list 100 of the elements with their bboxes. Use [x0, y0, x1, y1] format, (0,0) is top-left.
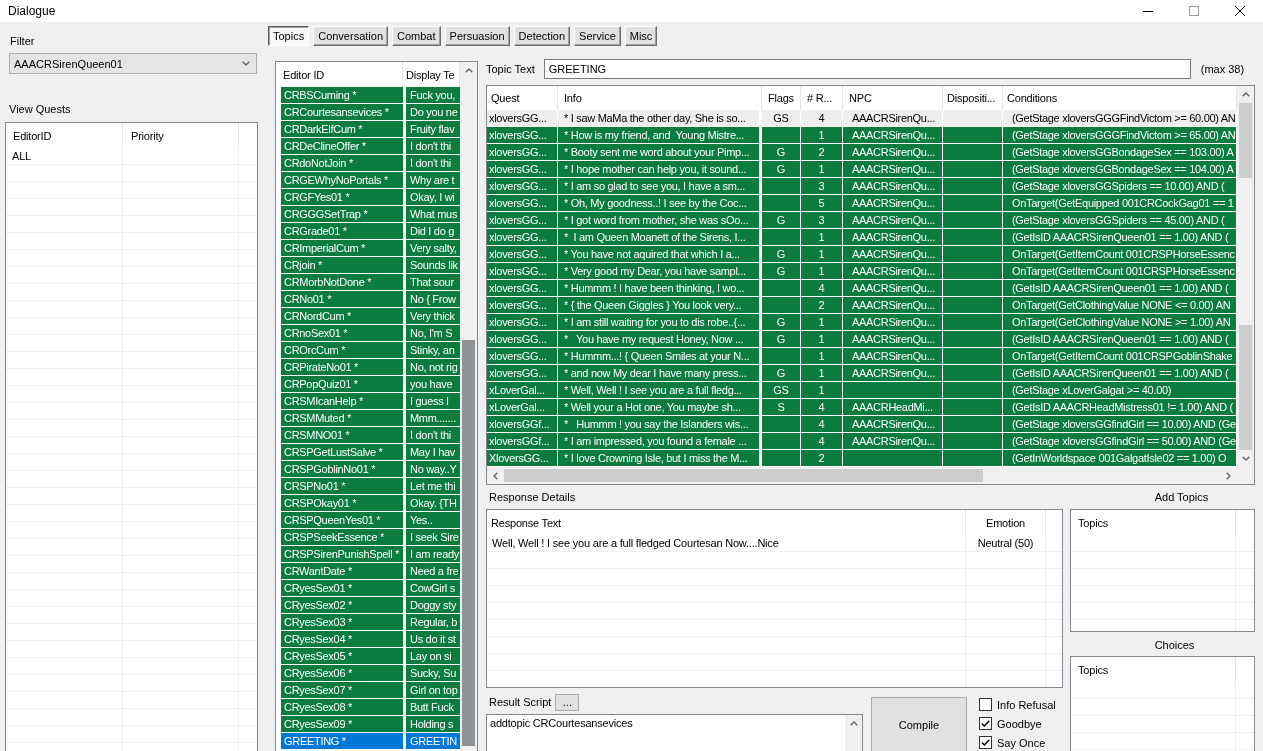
scrollbar-thumb[interactable]	[1239, 325, 1252, 450]
script-text-area[interactable]: addtopic CRCourtesansevices	[486, 714, 863, 751]
list-row[interactable]: CRyesSex07 * Girl on top	[281, 682, 460, 699]
tab[interactable]: Detection	[513, 26, 571, 46]
list-row[interactable]: XloversGG... * I love Crowning Isle, but I miss the M... 2 (GetInWorldspace 001GalgatIsle02 == 1.00) O	[487, 450, 1237, 467]
list-row[interactable]: CRyesSex06 * Sucky, Su	[281, 665, 460, 682]
tab[interactable]: Service	[574, 26, 621, 46]
checkbox-label[interactable]: Say Once	[997, 736, 1046, 749]
checkbox-label[interactable]: Info Refusal	[997, 698, 1056, 711]
list-row[interactable]: CRyesSex01 * CowGirl s	[281, 580, 460, 597]
topic-list[interactable]: Topics	[1070, 656, 1255, 751]
list-row[interactable]: CRSMNO01 * I don't thi	[281, 427, 460, 444]
list-row[interactable]: CRSPSeekEssence * I seek Sire	[281, 529, 460, 546]
scrollbar-thumb[interactable]	[462, 340, 475, 746]
list-row[interactable]: CRDeClineOffer * I don't thi	[281, 138, 460, 155]
column-header[interactable]: Emotion	[966, 510, 1046, 535]
list-row[interactable]: xloversGG... * I saw MaMa the other day, She is so... GS 4 AAACRSirenQu... (GetStage xloversGGGFindVictom >= 60.00) AN	[487, 110, 1237, 127]
list-row[interactable]: CRjoin * Sounds lik	[281, 257, 460, 274]
checkbox[interactable]	[979, 698, 992, 711]
tab[interactable]: Combat	[392, 26, 441, 46]
list-row[interactable]: xloversGG... * Very good my Dear, you have sampl... G 1 AAACRSirenQu... OnTarget(GetItemCount 001CRSPHorseEssenc	[487, 263, 1237, 280]
list-row[interactable]: xloversGG... * I am still waiting for you to dis robe..{... G 1 AAACRSirenQu... OnTarget(GetClothingValue NONE >= 1.00) AN	[487, 314, 1237, 331]
list-row[interactable]: CRyesSex03 * Regular, b	[281, 614, 460, 631]
list-row[interactable]: CRCourtesansevices * Do you ne	[281, 104, 460, 121]
list-row[interactable]: CRyesSex09 * Holding s	[281, 716, 460, 733]
response-table[interactable]: Response Text Emotion Well, Well ! I see you are a full fledged Courtesan Now....Nice Neutral (50)	[486, 509, 1063, 688]
compile-button[interactable]: Compile	[871, 697, 967, 751]
list-row[interactable]: xloversGG... * Booty sent me word about your Pimp... G 2 AAACRSirenQu... (GetStage xloversGGBondageSex == 103.00) A	[487, 144, 1237, 161]
list-item[interactable]: ALL	[6, 148, 122, 164]
list-row[interactable]: xloversGGf... * I am impressed, you found a female ... 4 AAACRSirenQu... (GetStage xloversGGfindGirl == 50.00) AND (Ge	[487, 433, 1237, 450]
list-row[interactable]: xloversGG... * You have my request Honey, Now ... G 1 AAACRSirenQu... (GetIsID AAACRSirenQueen01 == 1.00) AND (	[487, 331, 1237, 348]
tab[interactable]: Conversation	[313, 26, 388, 46]
list-item[interactable]: Well, Well ! I see you are a full fledged Courtesan Now....Nice	[487, 535, 965, 551]
list-row[interactable]: CRSMIcanHelp * I guess I	[281, 393, 460, 410]
checkbox-label[interactable]: Goodbye	[997, 717, 1042, 730]
list-row[interactable]: xloversGG... * Hummm ! I have been thinking, I wo... 4 AAACRSirenQu... (GetIsID AAACRSirenQueen01 == 1.00) AND (	[487, 280, 1237, 297]
list-row[interactable]: CRyesSex04 * Us do it st	[281, 631, 460, 648]
list-row[interactable]: xloversGG... * Hummm...! { Queen Smiles at your N... 1 AAACRSirenQu... OnTarget(GetItemCount 001CRSPGoblinShake	[487, 348, 1237, 365]
ellipsis-button[interactable]: ...	[555, 693, 580, 711]
column-header[interactable]: Topics	[1071, 657, 1236, 682]
list-row[interactable]: CRGrade01 * Did I do g	[281, 223, 460, 240]
list-row[interactable]: CRSMMuted * Mmm.......	[281, 410, 460, 427]
checkbox[interactable]	[979, 717, 992, 730]
list-row[interactable]: CRdoNotJoin * I don't thi	[281, 155, 460, 172]
list-row[interactable]: CRDarkElfCum * Fruity flav	[281, 121, 460, 138]
tab[interactable]: Misc	[624, 26, 658, 46]
list-row[interactable]: CRyesSex08 * Butt Fuck	[281, 699, 460, 716]
list-row[interactable]: CRSPGoblinNo01 * No way..Y	[281, 461, 460, 478]
scrollbar-thumb[interactable]	[504, 469, 983, 482]
column-header[interactable]: Priority	[123, 123, 239, 148]
list-row[interactable]: CRNordCum * Very thick	[281, 308, 460, 325]
list-row[interactable]: CRnoSex01 * No, I'm S	[281, 325, 460, 342]
list-row[interactable]: xloversGGf... * Hummm ! you say the Islanders wis... 4 AAACRSirenQu... (GetStage xloversGGfindGirl == 10.00) AND (Ge	[487, 416, 1237, 433]
list-row[interactable]: xloversGG... * I am so glad to see you, I have a sm... 3 AAACRSirenQu... (GetStage xloversGGSpiders == 10.00) AND (	[487, 178, 1237, 195]
filter-dropdown[interactable]: AAACRSirenQueen01	[9, 53, 257, 74]
list-row[interactable]: CRyesSex05 * Lay on si	[281, 648, 460, 665]
info-table[interactable]	[486, 85, 1255, 485]
list-row[interactable]: CRBSCuming * Fuck you,	[281, 87, 460, 104]
list-row[interactable]: CRGFYes01 * Okay, I wi	[281, 189, 460, 206]
checkbox[interactable]	[979, 736, 992, 749]
list-row[interactable]: CRSPOkay01 * Okay. {TH	[281, 495, 460, 512]
column-header[interactable]: EditorID	[6, 123, 123, 148]
scrollbar[interactable]	[1237, 86, 1254, 467]
list-row[interactable]: xloversGG... * How is my friend, and Young Mistre... 1 AAACRSirenQu... (GetStage xloversGGGFindVictom >= 65.00) AN	[487, 127, 1237, 144]
list-row[interactable]: CRyesSex02 * Doggy sty	[281, 597, 460, 614]
list-row[interactable]: CRImperialCum * Very salty,	[281, 240, 460, 257]
list-row[interactable]: CRSPNo01 * Let me thi	[281, 478, 460, 495]
list-row[interactable]: CRMorbNotDone * That sour	[281, 274, 460, 291]
tab[interactable]: Persuasion	[444, 26, 510, 46]
list-row[interactable]: CRWantDate * Need a fre	[281, 563, 460, 580]
list-row[interactable]: xloversGG... * Oh, My goodness..! I see by the Coc... 5 AAACRSirenQu... OnTarget(GetEquipped 001CRCockGag01 == 1	[487, 195, 1237, 212]
list-row[interactable]: xLoverGal... * Well, Well ! I see you are a full fledg... GS 1 (GetStage xLoverGalgat >= 40.00)	[487, 382, 1237, 399]
list-row[interactable]: CRNo01 * No { Frow	[281, 291, 460, 308]
list-row[interactable]: CRSPQueenYes01 * Yes..	[281, 512, 460, 529]
list-row[interactable]: CRPirateNo01 * No, not rig	[281, 359, 460, 376]
list-row[interactable]: CRSPSirenPunishSpell * I am ready	[281, 546, 460, 563]
list-row[interactable]: xloversGG... * You have not aquired that which I a... G 1 AAACRSirenQu... OnTarget(GetItemCount 001CRSPHorseEssenc	[487, 246, 1237, 263]
list-row[interactable]: xLoverGal... * Well your a Hot one, You maybe sh... S 4 AAACRHeadMi... (GetIsID AAACRHeadMistress01 != 1.00) AND (	[487, 399, 1237, 416]
column-header[interactable]: Topics	[1071, 510, 1236, 535]
list-row[interactable]: CRSPGetLustSalve * May I hav	[281, 444, 460, 461]
list-row[interactable]: xloversGG... * and now My dear I have many press... G 1 AAACRSirenQu... (GetIsID AAACRSirenQueen01 == 1.00) AND (	[487, 365, 1237, 382]
column-header[interactable]: Response Text	[487, 510, 966, 535]
list-row[interactable]: xloversGG... * I hope mother can help you, it sound... G 1 AAACRSirenQu... (GetStage xloversGGBondageSex == 104.00) A	[487, 161, 1237, 178]
topic-text-field[interactable]: GREETING	[543, 58, 1191, 79]
table-cell: xloversGG...	[487, 229, 558, 245]
list-row[interactable]: xloversGG... * I got word from mother, she was sOo... G 3 AAACRSirenQu... (GetStage xloversGGSpiders == 45.00) AND (	[487, 212, 1237, 229]
list-row[interactable]: GREETING * GREETIN	[281, 733, 460, 750]
quest-list[interactable]: EditorID Priority ALL	[5, 122, 258, 751]
list-row[interactable]: CRGGGSetTrap * What mus	[281, 206, 460, 223]
list-row[interactable]: CRPopQuiz01 * you have	[281, 376, 460, 393]
list-row[interactable]: CRGEWhyNoPortals * Why are t	[281, 172, 460, 189]
tab[interactable]: Topics	[268, 26, 310, 46]
topic-list[interactable]: Topics	[1070, 509, 1255, 632]
scrollbar-thumb[interactable]	[1239, 103, 1252, 178]
list-row[interactable]: xloversGG... * I am Queen Moanett of the Sirens, I... 1 AAACRSirenQu... (GetIsID AAACRSirenQueen01 == 1.00) AND (	[487, 229, 1237, 246]
topic-list[interactable]	[275, 61, 478, 751]
scrollbar[interactable]	[845, 715, 862, 751]
scrollbar[interactable]	[460, 62, 477, 751]
list-row[interactable]: xloversGG... * { the Queen Giggles } You look very... 2 AAACRSirenQu... OnTarget(GetClothingValue NONE <= 0.00) AN	[487, 297, 1237, 314]
list-row[interactable]: CROrcCum * Stinky, an	[281, 342, 460, 359]
